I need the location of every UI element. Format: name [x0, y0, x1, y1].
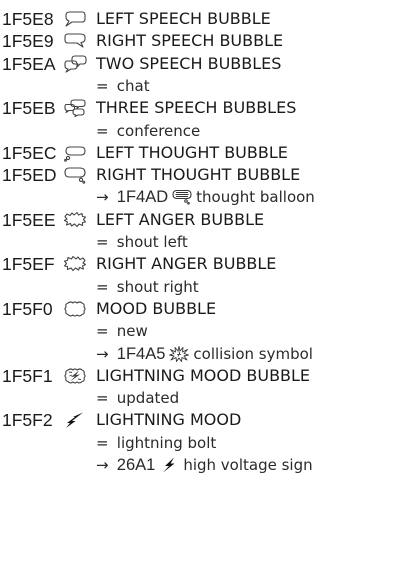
alias-note: = lightning bolt: [96, 432, 216, 454]
right-speech-bubble-icon: [63, 32, 87, 50]
alias-text: updated: [116, 389, 180, 408]
referenced-code-point: 1F4A5: [116, 344, 166, 363]
character-name: THREE SPEECH BUBBLES: [96, 98, 297, 118]
chart-entry-row: 1F5EF RIGHT ANGER BUBBLE: [0, 253, 417, 275]
high-voltage-sign-icon: [159, 457, 179, 473]
chart-entry-row: 1F5EE LEFT ANGER BUBBLE: [0, 209, 417, 231]
code-point: 1F5EE: [2, 209, 56, 230]
character-name: TWO SPEECH BUBBLES: [96, 53, 282, 73]
referenced-name: high voltage sign: [183, 456, 313, 474]
alias-note: = shout left: [96, 231, 188, 253]
code-point: 1F5EA: [2, 53, 56, 74]
cross-reference-note: → 26A1 high voltage sign: [96, 454, 313, 476]
character-name: RIGHT SPEECH BUBBLE: [96, 31, 284, 51]
chart-entry-row: 1F5F0 MOOD BUBBLE: [0, 298, 417, 320]
cross-reference-note: → 1F4AD thought balloon: [96, 186, 315, 208]
character-name: LEFT SPEECH BUBBLE: [96, 9, 271, 28]
cross-reference-arrow: →: [96, 456, 109, 474]
chart-entry-row: 1F5ED RIGHT THOUGHT BUBBLE: [0, 164, 417, 186]
chart-entry-row: 1F5F2 LIGHTNING MOOD: [0, 409, 417, 431]
code-point: 1F5F1: [2, 365, 53, 386]
cross-reference-arrow: →: [96, 344, 109, 363]
mood-bubble-icon: [63, 300, 87, 318]
left-speech-bubble-icon: [63, 10, 87, 28]
referenced-name: collision symbol: [193, 344, 313, 363]
alias-note: = shout right: [96, 276, 199, 298]
alias-text: lightning bolt: [116, 433, 217, 452]
code-point: 1F5F0: [2, 298, 53, 319]
thought-balloon-icon: [172, 189, 192, 205]
chart-entry-row: 1F5EC LEFT THOUGHT BUBBLE: [0, 142, 417, 164]
character-name: LEFT THOUGHT BUBBLE: [96, 142, 288, 162]
right-anger-bubble-icon: [63, 255, 87, 273]
two-speech-bubbles-icon: [63, 55, 87, 73]
alias-text: chat: [116, 76, 150, 95]
character-name: LEFT ANGER BUBBLE: [96, 209, 265, 229]
character-name: LIGHTNING MOOD: [96, 410, 242, 430]
code-point: 1F5EC: [2, 142, 57, 163]
referenced-name: thought balloon: [196, 188, 315, 207]
code-point: 1F5EB: [2, 98, 56, 119]
left-thought-bubble-icon: [63, 144, 87, 162]
code-point: 1F5EF: [2, 254, 55, 275]
character-name: LIGHTNING MOOD BUBBLE: [96, 365, 311, 385]
three-speech-bubbles-icon: [63, 99, 87, 118]
chart-entry-row: 1F5E9 RIGHT SPEECH BUBBLE: [0, 30, 417, 52]
chart-entry-row: 1F5E8 LEFT SPEECH BUBBLE: [0, 8, 417, 30]
lightning-mood-icon: [63, 411, 87, 429]
code-point: 1F5F2: [2, 410, 53, 431]
alias-text: new: [116, 322, 148, 341]
alias-marker: =: [96, 322, 109, 341]
character-name: RIGHT ANGER BUBBLE: [96, 254, 277, 274]
alias-marker: =: [96, 433, 109, 452]
alias-note: = new: [96, 320, 148, 342]
code-point: 1F5E8: [2, 9, 54, 29]
lightning-mood-bubble-icon: [63, 367, 87, 385]
cross-reference-arrow: →: [96, 188, 109, 207]
alias-text: conference: [116, 121, 201, 140]
alias-marker: =: [96, 389, 109, 408]
character-name: MOOD BUBBLE: [96, 298, 217, 318]
chart-entry-row: 1F5EA TWO SPEECH BUBBLES: [0, 53, 417, 75]
chart-entry-row: 1F5EB THREE SPEECH BUBBLES: [0, 97, 417, 119]
cross-reference-note: → 1F4A5 collision symbol: [96, 343, 313, 365]
character-name: RIGHT THOUGHT BUBBLE: [96, 165, 301, 185]
right-thought-bubble-icon: [63, 166, 87, 184]
code-point: 1F5ED: [2, 165, 57, 186]
alias-marker: =: [96, 76, 109, 95]
alias-marker: =: [96, 277, 109, 296]
alias-marker: =: [96, 233, 109, 251]
alias-text: shout right: [116, 277, 199, 296]
left-anger-bubble-icon: [63, 211, 87, 229]
chart-entry-row: 1F5F1 LIGHTNING MOOD BUBBLE: [0, 365, 417, 387]
alias-note: = updated: [96, 387, 179, 409]
clipped-heading: ~: [0, 0, 417, 8]
code-point: 1F5E9: [2, 31, 54, 52]
collision-symbol-icon: [169, 345, 190, 362]
referenced-code-point: 1F4AD: [116, 188, 169, 207]
alias-note: = chat: [96, 75, 150, 97]
referenced-code-point: 26A1: [116, 456, 156, 474]
alias-note: = conference: [96, 120, 200, 142]
alias-marker: =: [96, 121, 109, 140]
alias-text: shout left: [116, 233, 188, 251]
